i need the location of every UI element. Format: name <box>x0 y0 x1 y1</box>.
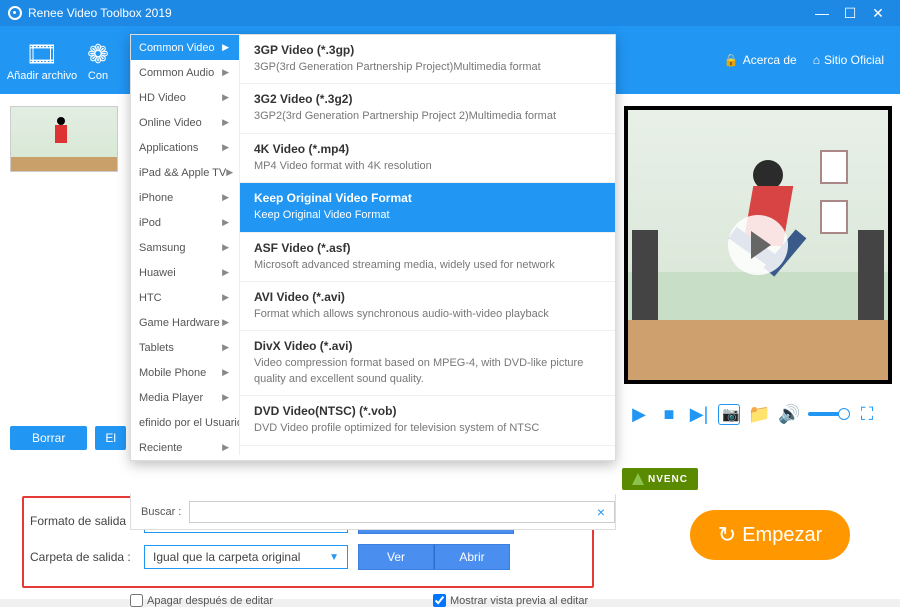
volume-button[interactable]: 🔊 <box>778 404 800 425</box>
start-label: Empezar <box>742 524 822 547</box>
category-item[interactable]: HD Video▶ <box>131 85 239 110</box>
category-item[interactable]: iPad && Apple TV▶ <box>131 160 239 185</box>
category-item[interactable]: Mobile Phone▶ <box>131 360 239 385</box>
delete-button[interactable]: Borrar <box>10 426 87 450</box>
category-item[interactable]: Samsung▶ <box>131 235 239 260</box>
view-button[interactable]: Ver <box>358 544 434 570</box>
nvenc-badge: NVENC <box>622 468 698 490</box>
home-icon: ⌂ <box>813 53 820 67</box>
category-item[interactable]: iPhone▶ <box>131 185 239 210</box>
app-title: Renee Video Toolbox 2019 <box>28 6 172 20</box>
category-item[interactable]: Tablets▶ <box>131 335 239 360</box>
app-logo-icon <box>8 6 22 20</box>
main-area: ▶ ■ ▶| 📷 📁 🔊 ⛶ Common Video▶Common Audio… <box>0 94 900 599</box>
format-item[interactable]: Keep Original Video FormatKeep Original … <box>240 183 615 232</box>
button-partial[interactable]: El <box>95 426 126 450</box>
preview-checkbox[interactable]: Mostrar vista previa al editar <box>433 594 588 607</box>
add-file-button[interactable]: 🎞 Añadir archivo <box>6 30 78 90</box>
output-folder-label: Carpeta de salida : <box>30 550 144 564</box>
refresh-icon: ↻ <box>718 522 736 548</box>
output-folder-select[interactable]: Igual que la carpeta original ▼ <box>144 545 348 569</box>
stop-button[interactable]: ■ <box>658 404 680 425</box>
category-item[interactable]: efinido por el Usuario▶ <box>131 410 239 435</box>
maximize-button[interactable]: ☐ <box>836 5 864 22</box>
category-item[interactable]: Applications▶ <box>131 135 239 160</box>
category-item[interactable]: Online Video▶ <box>131 110 239 135</box>
format-item[interactable]: 4K Video (*.mp4)MP4 Video format with 4K… <box>240 134 615 183</box>
category-item[interactable]: Media Player▶ <box>131 385 239 410</box>
options-checkboxes: Apagar después de editar Mostrar vista p… <box>130 594 588 607</box>
open-folder-button[interactable]: 📁 <box>748 404 770 425</box>
category-column: Common Video▶Common Audio▶HD Video▶Onlin… <box>131 35 239 460</box>
gear-icon: ❁ <box>87 38 109 70</box>
shutdown-checkbox[interactable]: Apagar después de editar <box>130 594 273 607</box>
snapshot-button[interactable]: 📷 <box>718 404 740 425</box>
about-link[interactable]: 🔒 Acerca de <box>724 53 797 67</box>
site-label: Sitio Oficial <box>824 53 884 67</box>
category-item[interactable]: Common Video▶ <box>131 35 239 60</box>
output-format-label: Formato de salida : <box>30 514 144 528</box>
chevron-down-icon: ▼ <box>329 552 339 563</box>
category-item[interactable]: Reciente▶ <box>131 435 239 460</box>
titlebar: Renee Video Toolbox 2019 — ☐ ✕ <box>0 0 900 26</box>
format-item[interactable]: AVI Video (*.avi)Format which allows syn… <box>240 282 615 331</box>
category-item[interactable]: Game Hardware▶ <box>131 310 239 335</box>
player-controls: ▶ ■ ▶| 📷 📁 🔊 ⛶ <box>624 394 892 434</box>
volume-slider[interactable] <box>808 412 848 416</box>
next-button[interactable]: ▶| <box>688 404 710 425</box>
format-column: 3GP Video (*.3gp)3GP(3rd Generation Part… <box>239 35 615 455</box>
format-item[interactable]: 3G2 Video (*.3g2)3GP2(3rd Generation Par… <box>240 84 615 133</box>
format-item[interactable]: ASF Video (*.asf)Microsoft advanced stre… <box>240 233 615 282</box>
file-thumbnail[interactable] <box>10 106 118 172</box>
clear-search-icon[interactable]: × <box>597 504 605 520</box>
about-label: Acerca de <box>743 53 797 67</box>
start-button[interactable]: ↻ Empezar <box>690 510 850 560</box>
close-button[interactable]: ✕ <box>864 5 892 22</box>
format-item[interactable]: DivX Video (*.avi)Video compression form… <box>240 331 615 396</box>
category-item[interactable]: iPod▶ <box>131 210 239 235</box>
open-button[interactable]: Abrir <box>434 544 510 570</box>
output-folder-row: Carpeta de salida : Igual que la carpeta… <box>30 542 590 572</box>
play-overlay-icon[interactable] <box>728 215 788 275</box>
fullscreen-button[interactable]: ⛶ <box>856 404 878 425</box>
format-item[interactable]: 3GP Video (*.3gp)3GP(3rd Generation Part… <box>240 35 615 84</box>
video-preview[interactable] <box>624 106 892 384</box>
search-label: Buscar : <box>141 506 181 518</box>
search-input[interactable] <box>189 501 614 523</box>
official-site-link[interactable]: ⌂ Sitio Oficial <box>813 53 884 67</box>
category-item[interactable]: Huawei▶ <box>131 260 239 285</box>
category-item[interactable]: HTC▶ <box>131 285 239 310</box>
minimize-button[interactable]: — <box>808 5 836 21</box>
film-plus-icon: 🎞 <box>25 38 58 70</box>
toolbar-label: Con <box>88 70 108 82</box>
format-item[interactable]: DVD Video(NTSC) (*.vob)DVD Video profile… <box>240 396 615 445</box>
format-search-row: Buscar : × <box>130 494 616 530</box>
category-item[interactable]: Common Audio▶ <box>131 60 239 85</box>
output-folder-value: Igual que la carpeta original <box>153 550 300 564</box>
lock-icon: 🔒 <box>724 53 739 67</box>
add-file-label: Añadir archivo <box>7 70 77 82</box>
play-button[interactable]: ▶ <box>628 404 650 425</box>
toolbar-item-partial[interactable]: ❁ Con <box>78 30 118 90</box>
format-dropdown-panel: Common Video▶Common Audio▶HD Video▶Onlin… <box>130 34 616 461</box>
